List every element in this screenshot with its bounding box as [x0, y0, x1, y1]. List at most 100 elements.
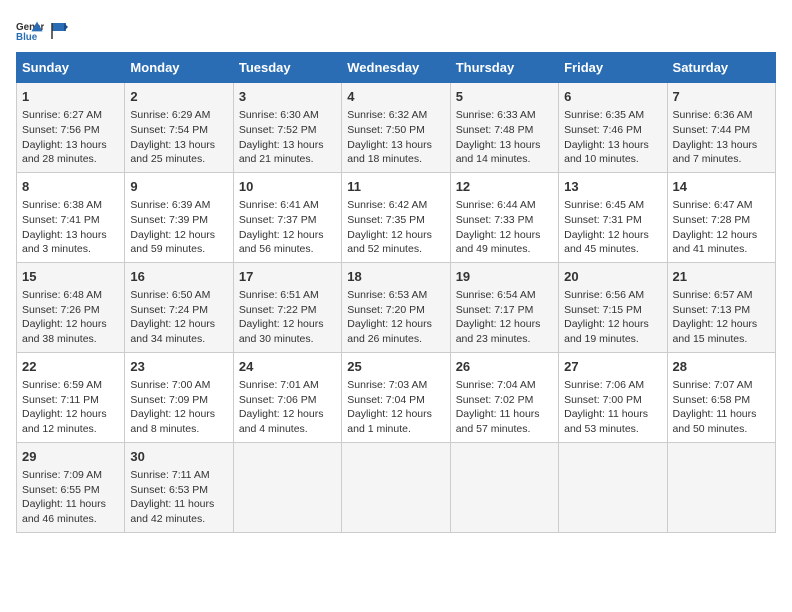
day-number: 29	[22, 448, 119, 466]
day-number: 27	[564, 358, 661, 376]
day-number: 3	[239, 88, 336, 106]
header-friday: Friday	[559, 53, 667, 83]
day-cell	[450, 442, 558, 532]
day-number: 5	[456, 88, 553, 106]
day-cell: 16 Sunrise: 6:50 AM Sunset: 7:24 PM Dayli…	[125, 262, 233, 352]
day-number: 17	[239, 268, 336, 286]
day-cell: 29Sunrise: 7:09 AM Sunset: 6:55 PM Dayli…	[17, 442, 125, 532]
day-number: 2	[130, 88, 227, 106]
day-cell: 5 Sunrise: 6:33 AM Sunset: 7:48 PM Daylig…	[450, 83, 558, 173]
day-cell: 11 Sunrise: 6:42 AM Sunset: 7:35 PM Dayli…	[342, 172, 450, 262]
day-info: Sunrise: 6:35 AM Sunset: 7:46 PM Dayligh…	[564, 108, 661, 167]
day-number: 15	[22, 268, 119, 286]
day-info: Sunrise: 6:50 AM Sunset: 7:24 PM Dayligh…	[130, 288, 227, 347]
day-cell: 7 Sunrise: 6:36 AM Sunset: 7:44 PM Daylig…	[667, 83, 775, 173]
day-info: Sunrise: 7:01 AM Sunset: 7:06 PM Dayligh…	[239, 378, 336, 437]
day-cell	[342, 442, 450, 532]
day-info: Sunrise: 6:29 AM Sunset: 7:54 PM Dayligh…	[130, 108, 227, 167]
day-info: Sunrise: 6:38 AM Sunset: 7:41 PM Dayligh…	[22, 198, 119, 257]
day-cell: 13Sunrise: 6:45 AM Sunset: 7:31 PM Dayli…	[559, 172, 667, 262]
day-number: 7	[673, 88, 770, 106]
day-cell: 30 Sunrise: 7:11 AM Sunset: 6:53 PM Dayli…	[125, 442, 233, 532]
day-info: Sunrise: 6:42 AM Sunset: 7:35 PM Dayligh…	[347, 198, 444, 257]
header-saturday: Saturday	[667, 53, 775, 83]
day-cell: 9 Sunrise: 6:39 AM Sunset: 7:39 PM Daylig…	[125, 172, 233, 262]
logo-flag-icon	[50, 21, 68, 39]
day-number: 20	[564, 268, 661, 286]
day-info: Sunrise: 6:59 AM Sunset: 7:11 PM Dayligh…	[22, 378, 119, 437]
day-cell: 8 Sunrise: 6:38 AM Sunset: 7:41 PM Daylig…	[17, 172, 125, 262]
day-number: 1	[22, 88, 119, 106]
day-cell: 24 Sunrise: 7:01 AM Sunset: 7:06 PM Dayli…	[233, 352, 341, 442]
day-info: Sunrise: 6:53 AM Sunset: 7:20 PM Dayligh…	[347, 288, 444, 347]
day-cell: 27 Sunrise: 7:06 AM Sunset: 7:00 PM Dayli…	[559, 352, 667, 442]
day-number: 16	[130, 268, 227, 286]
day-cell: 23 Sunrise: 7:00 AM Sunset: 7:09 PM Dayli…	[125, 352, 233, 442]
day-info: Sunrise: 7:00 AM Sunset: 7:09 PM Dayligh…	[130, 378, 227, 437]
page-header: General Blue	[16, 16, 776, 44]
day-info: Sunrise: 7:11 AM Sunset: 6:53 PM Dayligh…	[130, 468, 227, 527]
calendar-table: SundayMondayTuesdayWednesdayThursdayFrid…	[16, 52, 776, 533]
day-info: Sunrise: 6:56 AM Sunset: 7:15 PM Dayligh…	[564, 288, 661, 347]
day-number: 25	[347, 358, 444, 376]
week-row-4: 22 Sunrise: 6:59 AM Sunset: 7:11 PM Dayli…	[17, 352, 776, 442]
day-info: Sunrise: 6:27 AM Sunset: 7:56 PM Dayligh…	[22, 108, 119, 167]
day-info: Sunrise: 6:48 AM Sunset: 7:26 PM Dayligh…	[22, 288, 119, 347]
header-sunday: Sunday	[17, 53, 125, 83]
day-info: Sunrise: 7:06 AM Sunset: 7:00 PM Dayligh…	[564, 378, 661, 437]
day-info: Sunrise: 6:54 AM Sunset: 7:17 PM Dayligh…	[456, 288, 553, 347]
day-number: 8	[22, 178, 119, 196]
day-number: 13	[564, 178, 661, 196]
svg-text:Blue: Blue	[16, 32, 38, 43]
day-cell: 3 Sunrise: 6:30 AM Sunset: 7:52 PM Daylig…	[233, 83, 341, 173]
logo-icon: General Blue	[16, 16, 44, 44]
day-info: Sunrise: 7:07 AM Sunset: 6:58 PM Dayligh…	[673, 378, 770, 437]
day-number: 10	[239, 178, 336, 196]
day-cell	[233, 442, 341, 532]
day-cell: 28 Sunrise: 7:07 AM Sunset: 6:58 PM Dayli…	[667, 352, 775, 442]
day-number: 21	[673, 268, 770, 286]
day-cell: 21Sunrise: 6:57 AM Sunset: 7:13 PM Dayli…	[667, 262, 775, 352]
day-number: 23	[130, 358, 227, 376]
header-row: SundayMondayTuesdayWednesdayThursdayFrid…	[17, 53, 776, 83]
day-cell: 18Sunrise: 6:53 AM Sunset: 7:20 PM Dayli…	[342, 262, 450, 352]
week-row-5: 29Sunrise: 7:09 AM Sunset: 6:55 PM Dayli…	[17, 442, 776, 532]
day-cell: 20 Sunrise: 6:56 AM Sunset: 7:15 PM Dayli…	[559, 262, 667, 352]
day-number: 19	[456, 268, 553, 286]
day-cell	[559, 442, 667, 532]
day-info: Sunrise: 6:39 AM Sunset: 7:39 PM Dayligh…	[130, 198, 227, 257]
day-cell: 25Sunrise: 7:03 AM Sunset: 7:04 PM Dayli…	[342, 352, 450, 442]
day-cell: 10 Sunrise: 6:41 AM Sunset: 7:37 PM Dayli…	[233, 172, 341, 262]
week-row-2: 8 Sunrise: 6:38 AM Sunset: 7:41 PM Daylig…	[17, 172, 776, 262]
day-number: 26	[456, 358, 553, 376]
day-number: 24	[239, 358, 336, 376]
day-info: Sunrise: 6:36 AM Sunset: 7:44 PM Dayligh…	[673, 108, 770, 167]
day-number: 11	[347, 178, 444, 196]
day-number: 28	[673, 358, 770, 376]
day-cell: 1 Sunrise: 6:27 AM Sunset: 7:56 PM Daylig…	[17, 83, 125, 173]
day-number: 12	[456, 178, 553, 196]
week-row-3: 15 Sunrise: 6:48 AM Sunset: 7:26 PM Dayli…	[17, 262, 776, 352]
day-number: 22	[22, 358, 119, 376]
day-cell: 17 Sunrise: 6:51 AM Sunset: 7:22 PM Dayli…	[233, 262, 341, 352]
day-number: 6	[564, 88, 661, 106]
day-info: Sunrise: 6:33 AM Sunset: 7:48 PM Dayligh…	[456, 108, 553, 167]
header-wednesday: Wednesday	[342, 53, 450, 83]
week-row-1: 1 Sunrise: 6:27 AM Sunset: 7:56 PM Daylig…	[17, 83, 776, 173]
day-number: 9	[130, 178, 227, 196]
day-info: Sunrise: 7:04 AM Sunset: 7:02 PM Dayligh…	[456, 378, 553, 437]
day-number: 14	[673, 178, 770, 196]
day-info: Sunrise: 6:30 AM Sunset: 7:52 PM Dayligh…	[239, 108, 336, 167]
logo: General Blue	[16, 16, 68, 44]
day-cell: 12Sunrise: 6:44 AM Sunset: 7:33 PM Dayli…	[450, 172, 558, 262]
day-cell: 15 Sunrise: 6:48 AM Sunset: 7:26 PM Dayli…	[17, 262, 125, 352]
day-info: Sunrise: 6:41 AM Sunset: 7:37 PM Dayligh…	[239, 198, 336, 257]
day-info: Sunrise: 6:32 AM Sunset: 7:50 PM Dayligh…	[347, 108, 444, 167]
day-cell: 26 Sunrise: 7:04 AM Sunset: 7:02 PM Dayli…	[450, 352, 558, 442]
header-monday: Monday	[125, 53, 233, 83]
day-cell	[667, 442, 775, 532]
day-info: Sunrise: 6:51 AM Sunset: 7:22 PM Dayligh…	[239, 288, 336, 347]
day-cell: 14 Sunrise: 6:47 AM Sunset: 7:28 PM Dayli…	[667, 172, 775, 262]
day-info: Sunrise: 6:47 AM Sunset: 7:28 PM Dayligh…	[673, 198, 770, 257]
day-number: 30	[130, 448, 227, 466]
